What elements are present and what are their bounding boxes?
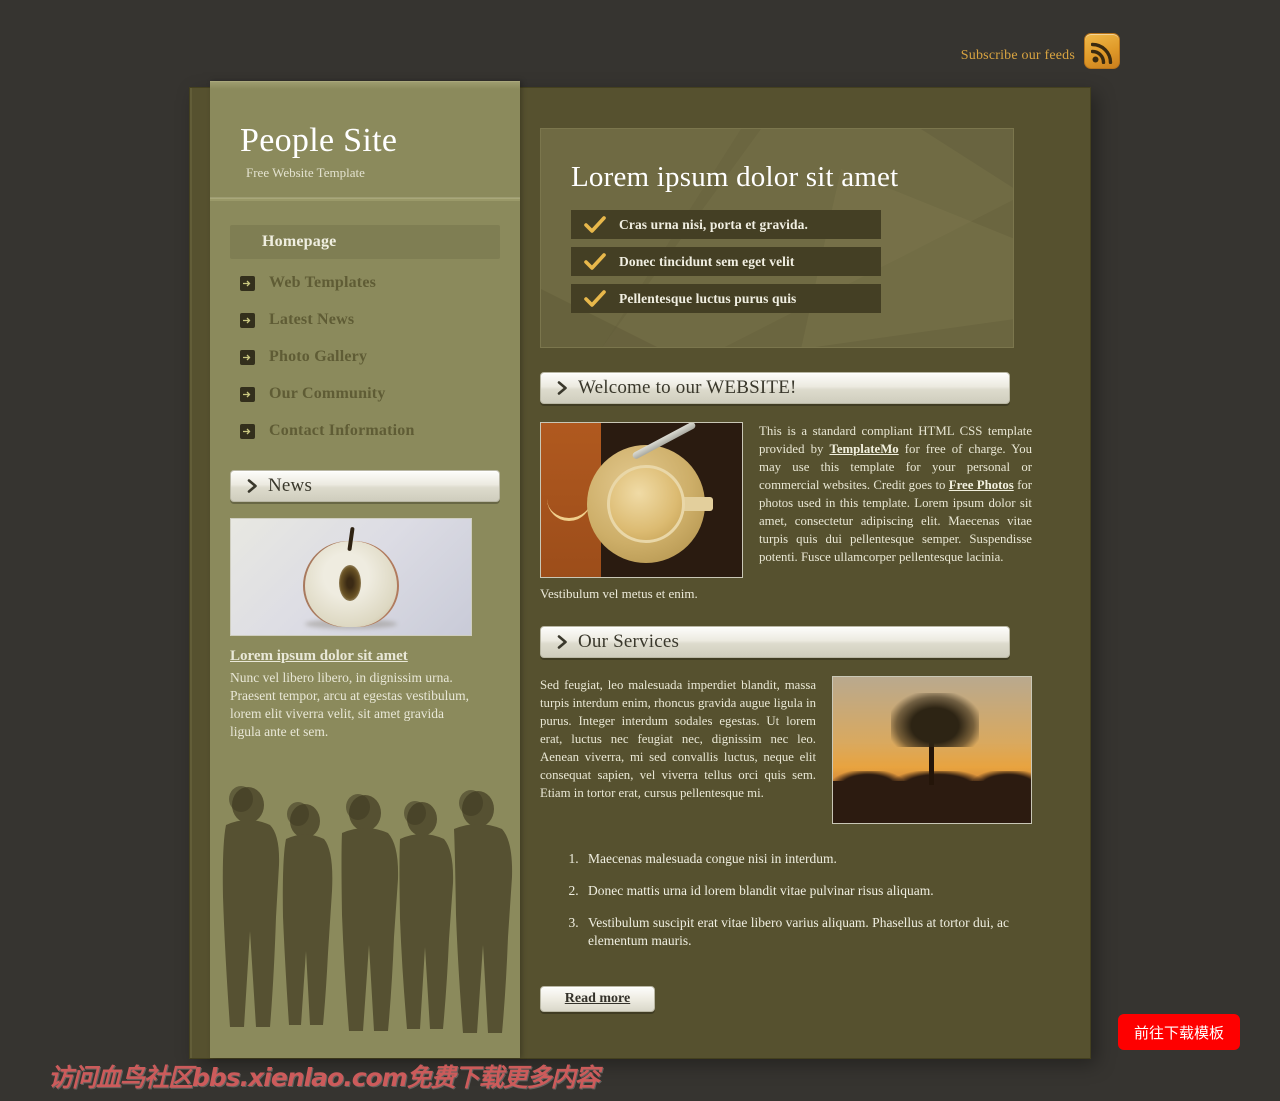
- chevron-right-icon: [557, 381, 568, 395]
- check-icon: [571, 252, 619, 271]
- services-paragraph: Sed feugiat, leo malesuada imperdiet bla…: [540, 678, 816, 800]
- news-item-title-link[interactable]: Lorem ipsum dolor sit amet: [230, 648, 500, 665]
- nav-label: Homepage: [262, 232, 337, 250]
- welcome-paragraph: This is a standard compliant HTML CSS te…: [759, 422, 1032, 578]
- page-root: Subscribe our feeds People Site Free Web…: [0, 0, 1280, 1101]
- banner-title: Lorem ipsum dolor sit amet: [571, 161, 899, 193]
- arrow-right-icon: [240, 349, 255, 365]
- check-icon: [571, 289, 619, 308]
- nav-label: Latest News: [269, 311, 355, 329]
- arrow-right-icon: [240, 312, 255, 328]
- site-branding: People Site Free Website Template: [210, 81, 520, 198]
- services-heading: Our Services: [578, 631, 680, 652]
- banner-feature-item: Pellentesque luctus purus quis: [571, 284, 881, 313]
- sidebar-item-web-templates[interactable]: Web Templates: [230, 267, 500, 300]
- banner-feature-text: Donec tincidunt sem eget velit: [619, 253, 795, 269]
- welcome-header-bar: Welcome to our WEBSITE!: [540, 372, 1010, 404]
- sidebar-item-latest-news[interactable]: Latest News: [230, 304, 500, 337]
- sidebar-item-homepage[interactable]: Homepage: [230, 224, 500, 259]
- banner-feature-item: Donec tincidunt sem eget velit: [571, 247, 881, 276]
- services-body: Sed feugiat, leo malesuada imperdiet bla…: [540, 676, 1032, 824]
- banner-feature-text: Cras urna nisi, porta et gravida.: [619, 216, 808, 232]
- site-container: People Site Free Website Template Homepa…: [190, 81, 1090, 1058]
- chevron-right-icon: [247, 478, 258, 493]
- welcome-heading: Welcome to our WEBSITE!: [578, 377, 797, 398]
- top-bar: Subscribe our feeds: [0, 0, 1280, 88]
- banner-feature-item: Cras urna nisi, porta et gravida.: [571, 210, 881, 239]
- coffee-cup-photo: [540, 422, 743, 578]
- list-item: Maecenas malesuada congue nisi in interd…: [582, 850, 1032, 868]
- sidebar: People Site Free Website Template Homepa…: [210, 81, 520, 1058]
- templatemo-link[interactable]: TemplateMo: [829, 442, 898, 456]
- nav-label: Contact Information: [269, 422, 415, 440]
- banner-feature-text: Pellentesque luctus purus quis: [619, 290, 797, 306]
- banner-feature-list: Cras urna nisi, porta et gravida. Donec …: [571, 210, 1013, 313]
- sunset-tree-photo: [832, 676, 1032, 824]
- news-item-text: Nunc vel libero libero, in dignissim urn…: [230, 669, 470, 739]
- list-item: Vestibulum suscipit erat vitae libero va…: [582, 914, 1032, 950]
- subscribe-feeds-link[interactable]: Subscribe our feeds: [961, 48, 1075, 64]
- services-section: Our Services Sed feugiat, leo malesuada …: [540, 626, 1032, 1012]
- nav-label: Web Templates: [269, 274, 377, 292]
- sidebar-item-our-community[interactable]: Our Community: [230, 378, 500, 411]
- download-template-button[interactable]: 前往下载模板: [1118, 1014, 1240, 1050]
- free-photos-link[interactable]: Free Photos: [949, 478, 1014, 492]
- list-item: Donec mattis urna id lorem blandit vitae…: [582, 882, 1032, 900]
- rss-icon[interactable]: [1084, 33, 1120, 69]
- welcome-section: Welcome to our WEBSITE! This is a standa…: [540, 372, 1032, 602]
- nav-label: Our Community: [269, 385, 386, 403]
- nav-label: Photo Gallery: [269, 348, 368, 366]
- news-header-bar: News: [230, 469, 500, 502]
- site-title: People Site: [240, 122, 398, 159]
- sidebar-item-contact-information[interactable]: Contact Information: [230, 415, 500, 448]
- main-content: Lorem ipsum dolor sit amet Cras urna nis…: [540, 128, 1032, 1012]
- watermark-text: 访问血鸟社区bbs.xienlao.com免费下载更多内容: [48, 1063, 600, 1092]
- check-icon: [571, 215, 619, 234]
- arrow-right-icon: [240, 275, 255, 291]
- news-heading: News: [268, 474, 313, 496]
- main-navigation: Homepage Web Templates Latest News Photo…: [210, 201, 520, 448]
- photo-caption: Vestibulum vel metus et enim.: [540, 586, 698, 601]
- news-thumbnail: [230, 517, 472, 636]
- hero-banner: Lorem ipsum dolor sit amet Cras urna nis…: [540, 128, 1014, 348]
- services-list: Maecenas malesuada congue nisi in interd…: [582, 850, 1032, 950]
- rss-glyph: [1091, 42, 1113, 64]
- news-section: News Lorem ipsum dolor sit amet Nunc vel…: [210, 452, 520, 741]
- people-silhouettes-svg: [222, 785, 513, 1033]
- arrow-right-icon: [240, 386, 255, 402]
- services-header-bar: Our Services: [540, 626, 1010, 658]
- sidebar-top-tab: [210, 81, 520, 89]
- welcome-body: This is a standard compliant HTML CSS te…: [540, 422, 1032, 578]
- chevron-right-icon: [557, 635, 568, 649]
- site-tagline: Free Website Template: [246, 164, 365, 180]
- sidebar-item-photo-gallery[interactable]: Photo Gallery: [230, 341, 500, 374]
- read-more-button[interactable]: Read more: [540, 986, 655, 1012]
- people-silhouettes-image: [210, 773, 520, 1033]
- arrow-right-icon: [240, 423, 255, 439]
